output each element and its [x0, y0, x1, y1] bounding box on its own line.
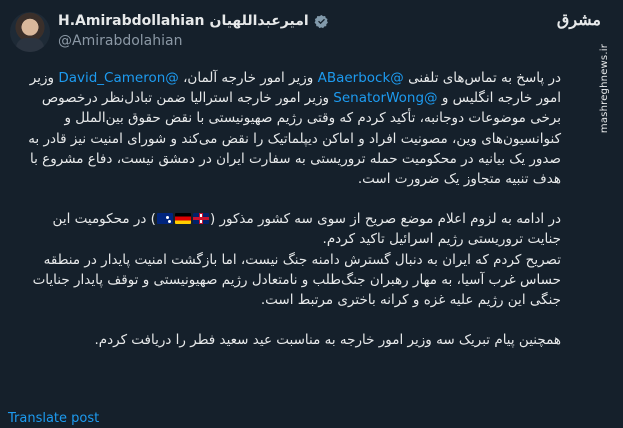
tweet-paragraph-4: همچنین پیام تبریک سه وزیر امور خارجه به …	[94, 332, 561, 349]
watermark-url: mashreghnews.ir	[599, 44, 610, 134]
author-display-name[interactable]: H.Amirabdollahian	[58, 13, 205, 29]
avatar[interactable]	[10, 12, 50, 52]
translate-post-link[interactable]: Translate post	[8, 411, 99, 426]
tweet-paragraph-3: تصریح کردم که ایران به دنبال گسترش دامنه…	[32, 251, 561, 309]
mention-abaerbock[interactable]: @ABaerbock	[318, 70, 404, 86]
text-span: در پاسخ به تماس‌های تلفنی	[403, 70, 561, 86]
author-name-row[interactable]: H.Amirabdollahian امیرعبداللهیان	[58, 13, 329, 29]
author-handle[interactable]: @Amirabdolahian	[58, 33, 182, 49]
flag-de-icon	[174, 213, 191, 225]
text-span: وزیر امور خارجه آلمان،	[178, 70, 318, 86]
author-display-name-fa[interactable]: امیرعبداللهیان	[210, 13, 309, 29]
tweet-header: H.Amirabdollahian امیرعبداللهیان @Amirab…	[0, 0, 623, 60]
tweet-text: در پاسخ به تماس‌های تلفنی @ABaerbock وزی…	[16, 68, 561, 350]
mashregh-watermark-logo: مشرق mashreghnews.ir	[557, 4, 623, 133]
watermark-brand: مشرق	[556, 10, 601, 29]
tweet-paragraph-1: در پاسخ به تماس‌های تلفنی @ABaerbock وزی…	[16, 68, 561, 189]
text-span: در ادامه به لزوم اعلام موضع صریح از سوی …	[209, 211, 561, 228]
flags-group	[156, 209, 210, 229]
tweet-paragraph-2: در ادامه به لزوم اعلام موضع صریح از سوی …	[16, 209, 561, 249]
flag-au-icon	[156, 213, 173, 225]
verified-badge-icon	[314, 14, 328, 28]
mention-david-cameron[interactable]: @David_Cameron	[58, 70, 178, 86]
flag-gb-icon	[192, 213, 209, 225]
mention-senatorwong[interactable]: @SenatorWong	[333, 90, 437, 106]
